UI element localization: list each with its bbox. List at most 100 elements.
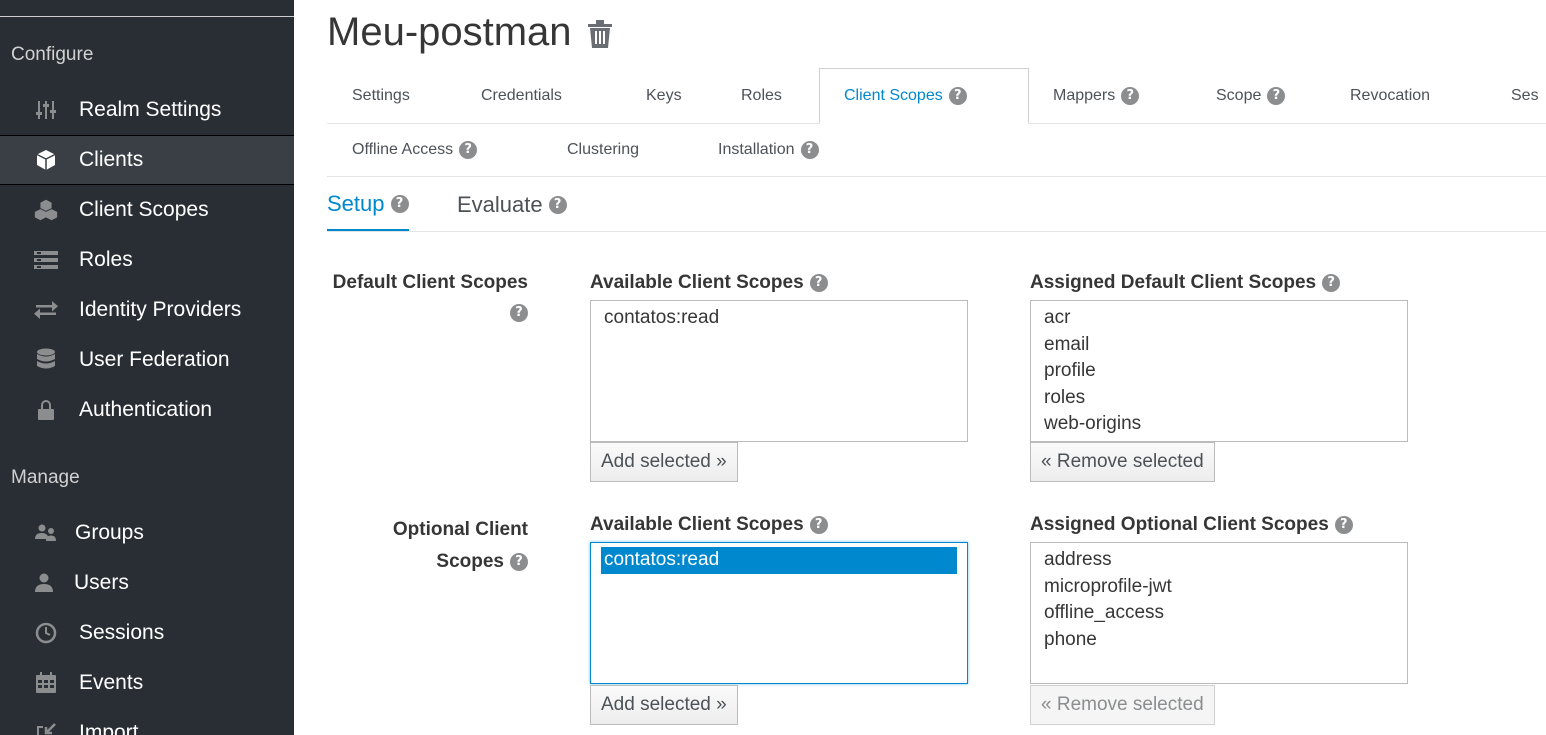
sidebar-divider: [0, 16, 294, 17]
tab-credentials[interactable]: Credentials: [457, 68, 586, 124]
tabs-divider: [1029, 123, 1546, 124]
tabs-divider: [327, 176, 1546, 177]
tab-label: Offline Access: [352, 141, 454, 158]
sidebar-item-clients[interactable]: Clients: [0, 135, 294, 185]
sidebar-item-label: Client Scopes: [79, 198, 209, 221]
calendar-icon: [33, 671, 59, 695]
tab-label: Scope: [1216, 87, 1262, 104]
optional-scopes-label-line2: Scopes: [436, 551, 504, 572]
list-item[interactable]: acr: [1041, 305, 1397, 332]
sidebar-item-user-federation[interactable]: User Federation: [0, 335, 294, 385]
optional-available-label: Available Client Scopes?: [590, 514, 828, 536]
subtab-setup[interactable]: Setup?: [327, 178, 409, 232]
sidebar-item-users[interactable]: Users: [0, 558, 294, 608]
sidebar-item-events[interactable]: Events: [0, 658, 294, 708]
list-item[interactable]: phone: [1041, 627, 1397, 654]
tab-roles[interactable]: Roles: [717, 68, 806, 124]
help-icon[interactable]: ?: [1121, 87, 1140, 105]
tab-label: Settings: [352, 87, 410, 104]
user-icon: [31, 571, 57, 595]
subtab-label: Evaluate: [457, 192, 543, 217]
default-available-label: Available Client Scopes?: [590, 272, 828, 294]
optional-assigned-listbox[interactable]: address microprofile-jwt offline_access …: [1030, 542, 1408, 684]
cubes-icon: [33, 198, 59, 222]
tab-label: Ses: [1511, 87, 1539, 104]
sidebar-item-sessions[interactable]: Sessions: [0, 608, 294, 658]
page-title: Meu-postman: [327, 10, 572, 54]
list-item[interactable]: web-origins: [1041, 411, 1397, 438]
tab-keys[interactable]: Keys: [622, 68, 706, 124]
default-add-selected-button[interactable]: Add selected »: [590, 442, 738, 482]
sidebar-item-authentication[interactable]: Authentication: [0, 385, 294, 435]
tab-label: Revocation: [1350, 87, 1431, 104]
list-item[interactable]: address: [1041, 547, 1397, 574]
default-remove-selected-button[interactable]: « Remove selected: [1030, 442, 1215, 482]
default-assigned-listbox[interactable]: acr email profile roles web-origins: [1030, 300, 1408, 442]
tab-sessions[interactable]: Ses: [1487, 68, 1539, 124]
sidebar-item-groups[interactable]: Groups: [0, 508, 294, 558]
help-icon[interactable]: ?: [459, 141, 478, 159]
users-icon: [33, 521, 59, 545]
optional-scopes-label-line1: Optional Client: [392, 519, 528, 540]
clock-icon: [33, 621, 59, 645]
cube-icon: [33, 148, 59, 172]
help-icon[interactable]: ?: [1334, 515, 1353, 534]
tab-revocation[interactable]: Revocation: [1326, 68, 1454, 124]
sidebar-item-label: Sessions: [79, 621, 165, 644]
import-icon: [33, 721, 59, 735]
help-icon[interactable]: ?: [510, 552, 528, 571]
help-icon[interactable]: ?: [510, 303, 528, 322]
sliders-icon: [33, 98, 59, 122]
sidebar-item-label: Import: [79, 721, 139, 735]
default-scopes-label: Default Client Scopes ?: [327, 272, 528, 324]
trash-icon[interactable]: [588, 20, 612, 48]
label-text: Assigned Default Client Scopes: [1030, 272, 1317, 293]
help-icon[interactable]: ?: [1322, 273, 1341, 292]
sidebar-item-label: Users: [74, 571, 129, 594]
sidebar-item-label: Identity Providers: [79, 298, 242, 321]
list-item[interactable]: offline_access: [1041, 600, 1397, 627]
help-icon[interactable]: ?: [948, 87, 967, 105]
sidebar-item-label: Authentication: [79, 398, 213, 421]
help-icon[interactable]: ?: [1267, 87, 1286, 105]
main-content: Meu-postman Settings Credentials Keys Ro…: [294, 0, 1546, 735]
sidebar-item-roles[interactable]: Roles: [0, 235, 294, 285]
list-item-selected[interactable]: contatos:read: [601, 547, 957, 574]
sidebar-item-identity-providers[interactable]: Identity Providers: [0, 285, 294, 335]
tab-offline-access[interactable]: Offline Access?: [328, 122, 501, 178]
help-icon[interactable]: ?: [809, 515, 828, 534]
lock-icon: [33, 398, 59, 422]
sidebar-item-client-scopes[interactable]: Client Scopes: [0, 185, 294, 235]
sidebar-item-label: Groups: [75, 521, 144, 544]
tab-scope[interactable]: Scope?: [1192, 68, 1309, 124]
tab-settings[interactable]: Settings: [328, 68, 434, 124]
help-icon[interactable]: ?: [548, 196, 567, 214]
list-item[interactable]: roles: [1041, 385, 1397, 412]
optional-remove-selected-button[interactable]: « Remove selected: [1030, 685, 1215, 725]
sidebar-item-realm-settings[interactable]: Realm Settings: [0, 85, 294, 135]
help-icon[interactable]: ?: [390, 194, 409, 213]
help-icon[interactable]: ?: [800, 141, 819, 159]
tab-client-scopes[interactable]: Client Scopes?: [819, 68, 1029, 124]
tab-label: Installation: [718, 141, 795, 158]
default-scopes-label-text: Default Client Scopes: [332, 272, 528, 293]
tab-mappers[interactable]: Mappers?: [1029, 68, 1163, 124]
list-item[interactable]: microprofile-jwt: [1041, 574, 1397, 601]
sidebar-item-label: Roles: [79, 248, 133, 271]
subtab-evaluate[interactable]: Evaluate?: [457, 178, 567, 232]
label-text: Assigned Optional Client Scopes: [1030, 514, 1329, 535]
default-available-listbox[interactable]: contatos:read: [590, 300, 968, 442]
tab-installation[interactable]: Installation?: [694, 122, 843, 178]
sidebar-item-import[interactable]: Import: [0, 708, 294, 735]
tab-label: Mappers: [1053, 87, 1116, 104]
help-icon[interactable]: ?: [809, 273, 828, 292]
list-item[interactable]: email: [1041, 332, 1397, 359]
optional-available-listbox[interactable]: contatos:read: [590, 542, 968, 684]
tab-clustering[interactable]: Clustering: [543, 122, 663, 178]
sidebar-item-label: Clients: [79, 148, 144, 171]
optional-add-selected-button[interactable]: Add selected »: [590, 685, 738, 725]
default-assigned-label: Assigned Default Client Scopes?: [1030, 272, 1341, 294]
sidebar-item-label: User Federation: [79, 348, 230, 371]
list-item[interactable]: contatos:read: [601, 305, 957, 332]
list-item[interactable]: profile: [1041, 358, 1397, 385]
